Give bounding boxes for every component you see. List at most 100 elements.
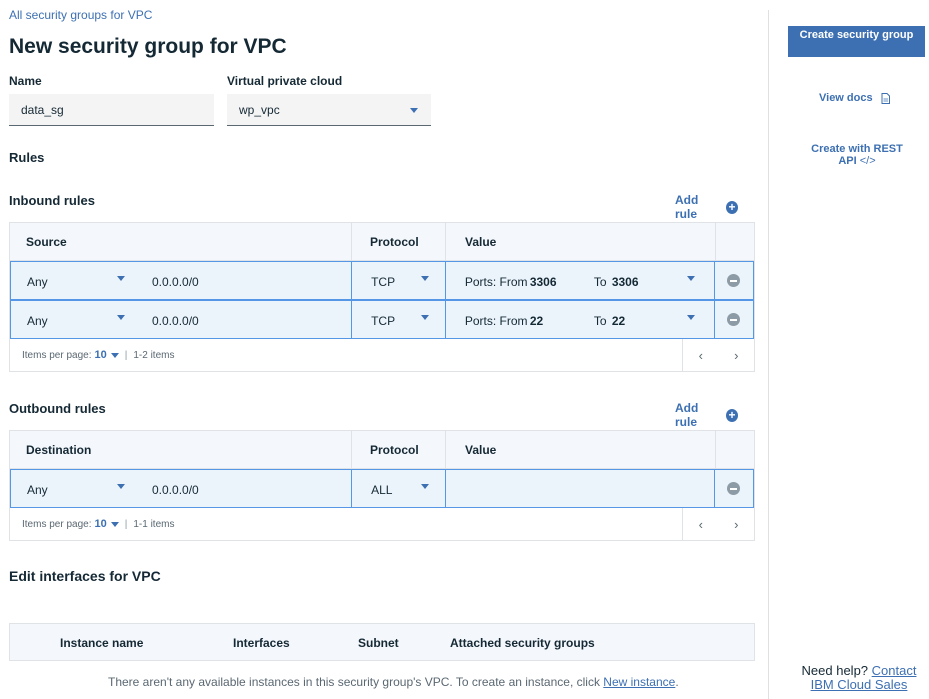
- page-title: New security group for VPC: [9, 35, 287, 58]
- remove-rule-icon[interactable]: [727, 482, 741, 495]
- empty-state-text: There aren't any available instances in …: [108, 675, 679, 689]
- chevron-down-icon: [686, 315, 695, 320]
- table-header: Destination Protocol Value: [10, 431, 754, 469]
- chevron-down-icon: [421, 315, 430, 320]
- help-text: Need help? Contact IBM Cloud Sales: [800, 664, 918, 692]
- table-row: Any 0.0.0.0/0 TCP Ports: From 22 To 22: [10, 300, 754, 339]
- column-header-attached-security-groups: Attached security groups: [450, 636, 595, 650]
- column-header-value: Value: [446, 223, 716, 260]
- rest-api-link[interactable]: Create with REST API </>: [807, 143, 907, 167]
- chevron-down-icon: [421, 484, 430, 489]
- code-icon: </>: [859, 155, 876, 167]
- create-security-group-button[interactable]: Create security group: [788, 26, 925, 57]
- ports-from-value[interactable]: 3306: [530, 275, 557, 289]
- items-per-page-select[interactable]: 10: [94, 349, 106, 361]
- chevron-down-icon: [686, 276, 695, 281]
- chevron-down-icon: [421, 276, 430, 281]
- ports-to-value[interactable]: 3306: [612, 275, 639, 289]
- inbound-table: Source Protocol Value Any 0.0.0.0/0 TCP …: [9, 222, 755, 372]
- column-header-actions: [716, 431, 754, 468]
- view-docs-label: View docs: [819, 92, 873, 104]
- remove-rule-icon[interactable]: [727, 274, 741, 287]
- add-icon: +: [725, 200, 738, 214]
- breadcrumb-link[interactable]: All security groups for VPC: [9, 8, 152, 22]
- ports-from-value[interactable]: 22: [530, 314, 543, 328]
- pagination-bar: Items per page: 10 | 1-2 items ‹ ›: [10, 339, 754, 371]
- table-header: Source Protocol Value: [10, 223, 754, 261]
- delete-cell: [714, 300, 754, 339]
- outbound-heading: Outbound rules: [9, 401, 106, 416]
- source-select[interactable]: Any: [27, 275, 48, 289]
- delete-cell: [714, 469, 754, 508]
- previous-page-icon[interactable]: ‹: [699, 348, 703, 363]
- destination-select[interactable]: Any: [27, 483, 48, 497]
- protocol-cell[interactable]: TCP: [351, 261, 445, 300]
- previous-page-icon[interactable]: ‹: [699, 517, 703, 532]
- protocol-select[interactable]: TCP: [371, 275, 395, 289]
- view-docs-link[interactable]: View docs: [819, 92, 890, 104]
- remove-rule-icon[interactable]: [727, 313, 741, 326]
- value-cell[interactable]: Ports: From 22 To 22: [444, 300, 715, 339]
- sidebar: Create security group View docs Create w…: [768, 10, 929, 699]
- value-cell[interactable]: Ports: From 3306 To 3306: [444, 261, 715, 300]
- column-header-subnet: Subnet: [358, 636, 399, 650]
- chevron-down-icon: [117, 484, 125, 489]
- items-per-page-label: Items per page:: [22, 518, 92, 530]
- name-label: Name: [9, 74, 42, 88]
- contact-link[interactable]: Contact: [872, 663, 917, 678]
- document-icon: [881, 92, 890, 104]
- column-header-value: Value: [446, 431, 716, 468]
- name-input[interactable]: data_sg: [9, 94, 214, 126]
- source-cell[interactable]: Any 0.0.0.0/0: [10, 300, 352, 339]
- ports-to-label: To: [593, 314, 607, 328]
- inbound-add-rule-button[interactable]: Add rule +: [675, 193, 738, 221]
- vpc-select[interactable]: wp_vpc: [227, 94, 431, 126]
- source-cell[interactable]: Any 0.0.0.0/0: [10, 261, 352, 300]
- outbound-add-rule-button[interactable]: Add rule +: [675, 401, 738, 429]
- chevron-down-icon: [410, 108, 418, 113]
- pager: ‹ ›: [682, 339, 754, 371]
- interfaces-heading: Edit interfaces for VPC: [9, 568, 161, 584]
- chevron-down-icon: [110, 352, 119, 358]
- destination-cell[interactable]: Any 0.0.0.0/0: [10, 469, 352, 508]
- separator: |: [124, 349, 128, 361]
- ibm-cloud-sales-link[interactable]: IBM Cloud Sales: [811, 677, 908, 692]
- protocol-cell[interactable]: ALL: [351, 469, 445, 508]
- column-header-protocol: Protocol: [352, 223, 446, 260]
- vpc-select-value: wp_vpc: [239, 103, 280, 117]
- column-header-destination: Destination: [10, 431, 352, 468]
- name-input-value: data_sg: [21, 103, 64, 117]
- next-page-icon[interactable]: ›: [734, 517, 738, 532]
- protocol-select[interactable]: TCP: [371, 314, 395, 328]
- cidr-value[interactable]: 0.0.0.0/0: [152, 314, 199, 328]
- value-cell[interactable]: [444, 469, 715, 508]
- delete-cell: [714, 261, 754, 300]
- items-per-page-select[interactable]: 10: [94, 518, 106, 530]
- column-header-protocol: Protocol: [352, 431, 446, 468]
- add-rule-label: Add rule: [675, 193, 699, 221]
- empty-state-message: There aren't any available instances in …: [108, 675, 604, 689]
- add-icon: +: [725, 408, 738, 422]
- protocol-cell[interactable]: TCP: [351, 300, 445, 339]
- outbound-table: Destination Protocol Value Any 0.0.0.0/0…: [9, 430, 755, 541]
- rest-api-label: Create with REST API: [811, 143, 903, 167]
- next-page-icon[interactable]: ›: [734, 348, 738, 363]
- cidr-value[interactable]: 0.0.0.0/0: [152, 275, 199, 289]
- ports-to-value[interactable]: 22: [612, 314, 625, 328]
- interfaces-table-header: Instance name Interfaces Subnet Attached…: [9, 623, 755, 661]
- items-range: 1-1 items: [133, 518, 175, 530]
- separator: |: [124, 518, 128, 530]
- cidr-value[interactable]: 0.0.0.0/0: [152, 483, 199, 497]
- protocol-select[interactable]: ALL: [371, 483, 392, 497]
- items-per-page-label: Items per page:: [22, 349, 92, 361]
- add-rule-label: Add rule: [675, 401, 699, 429]
- table-row: Any 0.0.0.0/0 ALL: [10, 469, 754, 508]
- chevron-down-icon: [117, 315, 125, 320]
- chevron-down-icon: [110, 521, 119, 527]
- source-select[interactable]: Any: [27, 314, 48, 328]
- new-instance-link[interactable]: New instance: [603, 675, 675, 689]
- items-range: 1-2 items: [133, 349, 175, 361]
- empty-state-end: .: [675, 675, 679, 689]
- pagination-bar: Items per page: 10 | 1-1 items ‹ ›: [10, 508, 754, 540]
- table-row: Any 0.0.0.0/0 TCP Ports: From 3306 To 33…: [10, 261, 754, 300]
